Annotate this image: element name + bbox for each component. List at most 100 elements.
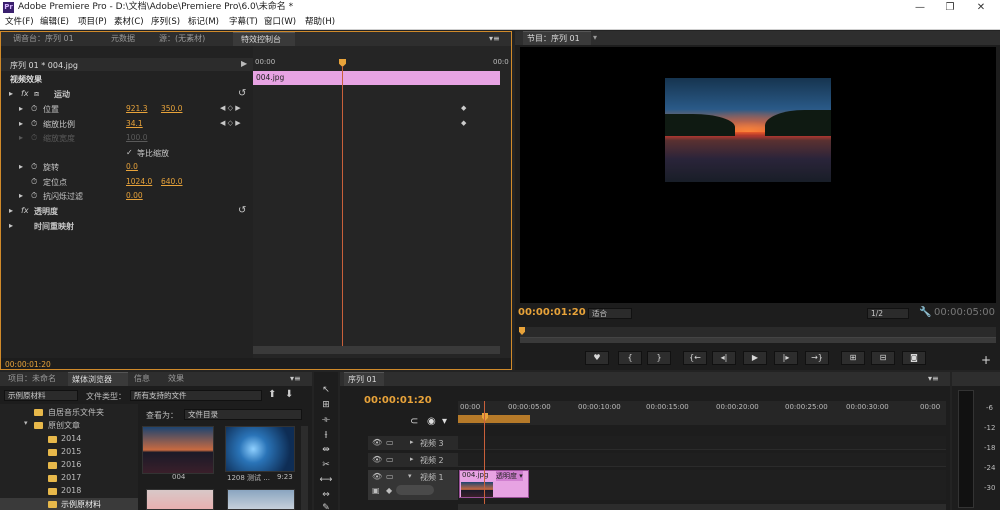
filetype-dropdown[interactable]: 所有支持的文件 xyxy=(130,390,262,401)
marker-icon[interactable]: ▾ xyxy=(442,416,447,427)
anchor-y-value[interactable]: 640.0 xyxy=(161,177,182,186)
flicker-stopwatch-icon[interactable]: ⏱ xyxy=(31,191,37,201)
nav-up-icon[interactable]: ⬆ xyxy=(268,389,276,400)
track-lane[interactable] xyxy=(458,436,946,450)
rate-stretch-tool-icon[interactable]: ⇹ xyxy=(319,444,333,456)
scale-keyframe-icon[interactable]: ◆ xyxy=(461,119,466,127)
menu-title[interactable]: 字幕(T) xyxy=(229,16,258,29)
scale-keyframe-nav-icon[interactable]: ◀ ◇ ▶ xyxy=(220,119,241,127)
media-scrollbar[interactable] xyxy=(301,426,308,510)
mark-in-button[interactable]: { xyxy=(618,351,642,365)
step-back-button[interactable]: ◂| xyxy=(712,351,736,365)
tab-source[interactable]: 源：(无素材) xyxy=(159,32,223,46)
snap-icon[interactable]: ⊂ xyxy=(410,416,418,427)
extract-button[interactable]: ⊟ xyxy=(871,351,895,365)
keyframe-scrollbar[interactable] xyxy=(253,346,500,354)
menu-marker[interactable]: 标记(M) xyxy=(188,16,219,29)
keyframe-toggle-icon[interactable]: ◆ xyxy=(386,486,392,495)
position-y-value[interactable]: 350.0 xyxy=(161,104,182,113)
thumbnail-1208[interactable] xyxy=(225,426,295,472)
pen-tool-icon[interactable]: ✎ xyxy=(319,502,333,510)
minimize-button[interactable]: — xyxy=(906,0,934,15)
menu-edit[interactable]: 编辑(E) xyxy=(40,16,69,29)
media-panel-menu-icon[interactable]: ▾≡ xyxy=(290,372,310,386)
folder-item[interactable]: 2014 xyxy=(61,434,81,443)
menu-clip[interactable]: 素材(C) xyxy=(114,16,144,29)
add-marker-button[interactable]: ♥ xyxy=(585,351,609,365)
slide-tool-icon[interactable]: ⇔ xyxy=(319,489,333,501)
tab-effects[interactable]: 效果 xyxy=(168,372,194,386)
go-to-in-button[interactable]: {← xyxy=(683,351,707,365)
track-lane[interactable] xyxy=(458,470,946,500)
flicker-value[interactable]: 0.00 xyxy=(126,191,143,200)
tab-media-browser[interactable]: 媒体浏览器 xyxy=(68,372,128,386)
disclosure-open-icon[interactable]: ▾ xyxy=(24,419,28,427)
menu-file[interactable]: 文件(F) xyxy=(5,16,34,29)
tab-info[interactable]: 信息 xyxy=(134,372,160,386)
menu-project[interactable]: 项目(P) xyxy=(78,16,107,29)
program-video-frame[interactable] xyxy=(520,47,996,303)
menu-sequence[interactable]: 序列(S) xyxy=(151,16,180,29)
selection-tool-icon[interactable]: ↖ xyxy=(319,384,333,396)
track-eye-icon[interactable]: 👁 xyxy=(372,472,382,481)
program-zoom-bar[interactable] xyxy=(520,338,996,343)
program-tab-menu-icon[interactable]: ▾ xyxy=(593,31,603,45)
tab-program[interactable]: 节目：序列 01 xyxy=(523,31,591,45)
menu-window[interactable]: 窗口(W) xyxy=(264,16,296,29)
timeline-clip[interactable]: 004.jpg 透明度 ▾ xyxy=(459,470,529,498)
current-time-value[interactable]: 00:00:01:20 xyxy=(5,360,51,369)
program-timecode[interactable]: 00:00:01:20 xyxy=(518,307,586,318)
step-forward-button[interactable]: |▸ xyxy=(774,351,798,365)
position-keyframe-icon[interactable]: ◆ xyxy=(461,104,466,112)
lift-button[interactable]: ⊞ xyxy=(841,351,865,365)
remap-disclosure-icon[interactable]: ▸ xyxy=(9,221,13,230)
uniform-scale-checkbox[interactable]: ✓ xyxy=(126,148,133,157)
tab-metadata[interactable]: 元数据 xyxy=(111,32,151,46)
opacity-fx-icon[interactable]: fx xyxy=(21,206,29,215)
anchor-stopwatch-icon[interactable]: ⏱ xyxy=(31,177,37,187)
scale-stopwatch-icon[interactable]: ⏱ xyxy=(31,119,37,129)
track-expand-icon[interactable]: ▾ xyxy=(408,472,412,480)
track-lock-icon[interactable]: ▭ xyxy=(386,455,394,464)
folder-item[interactable]: 2016 xyxy=(61,460,81,469)
timeline-ruler[interactable]: 00:00 00:00:05:00 00:00:10:00 00:00:15:0… xyxy=(458,401,946,425)
position-stopwatch-icon[interactable]: ⏱ xyxy=(31,104,37,114)
timeline-menu-icon[interactable]: ▾≡ xyxy=(928,372,948,386)
wrench-icon[interactable]: 🔧 xyxy=(919,307,931,318)
timeline-timecode-value[interactable]: 00:00:01:20 xyxy=(364,395,432,406)
position-keyframe-nav-icon[interactable]: ◀ ◇ ▶ xyxy=(220,104,241,112)
add-button-icon[interactable]: + xyxy=(981,353,991,367)
folder-item[interactable]: 2018 xyxy=(61,486,81,495)
motion-transform-icon[interactable]: ⧈ xyxy=(34,89,39,99)
program-time-ruler[interactable] xyxy=(520,327,996,338)
track-lock-icon[interactable]: ▭ xyxy=(386,438,394,447)
clip-bar[interactable]: 004.jpg xyxy=(253,71,500,85)
viewas-dropdown[interactable]: 文件目录 xyxy=(184,409,302,420)
folder-item[interactable]: 2017 xyxy=(61,473,81,482)
razor-tool-icon[interactable]: ✂ xyxy=(319,459,333,471)
menu-help[interactable]: 帮助(H) xyxy=(305,16,335,29)
thumbnail-3[interactable] xyxy=(146,489,214,510)
timeline-scrollbar[interactable] xyxy=(458,504,946,510)
clip-effect-dropdown[interactable]: 透明度 ▾ xyxy=(496,471,523,481)
slip-tool-icon[interactable]: ⟷ xyxy=(319,474,333,486)
thumbnail-004[interactable] xyxy=(142,426,214,474)
rotation-disclosure-icon[interactable]: ▸ xyxy=(19,162,23,171)
position-disclosure-icon[interactable]: ▸ xyxy=(19,104,23,113)
rotation-value[interactable]: 0.0 xyxy=(126,162,138,171)
folder-item-selected[interactable]: 示例原材料 xyxy=(61,499,101,510)
track-lock-icon[interactable]: ▭ xyxy=(386,472,394,481)
close-button[interactable]: ✕ xyxy=(967,0,995,15)
rotation-stopwatch-icon[interactable]: ⏱ xyxy=(31,162,37,172)
track-eye-icon[interactable]: 👁 xyxy=(372,455,382,464)
track-eye-icon[interactable]: 👁 xyxy=(372,438,382,447)
reset-opacity-icon[interactable]: ↺ xyxy=(238,205,246,216)
motion-disclosure-icon[interactable]: ▸ xyxy=(9,89,13,98)
tab-effect-controls[interactable]: 特效控制台 xyxy=(233,32,295,46)
folder-item[interactable]: 自居音乐文件夹 xyxy=(48,407,104,418)
tab-project[interactable]: 项目：未命名 xyxy=(8,372,64,386)
resolution-dropdown[interactable]: 1/2 xyxy=(867,308,909,319)
tab-sequence-01[interactable]: 序列 01 xyxy=(344,372,384,386)
panel-menu-icon[interactable]: ▾≡ xyxy=(489,32,509,46)
anchor-x-value[interactable]: 1024.0 xyxy=(126,177,152,186)
